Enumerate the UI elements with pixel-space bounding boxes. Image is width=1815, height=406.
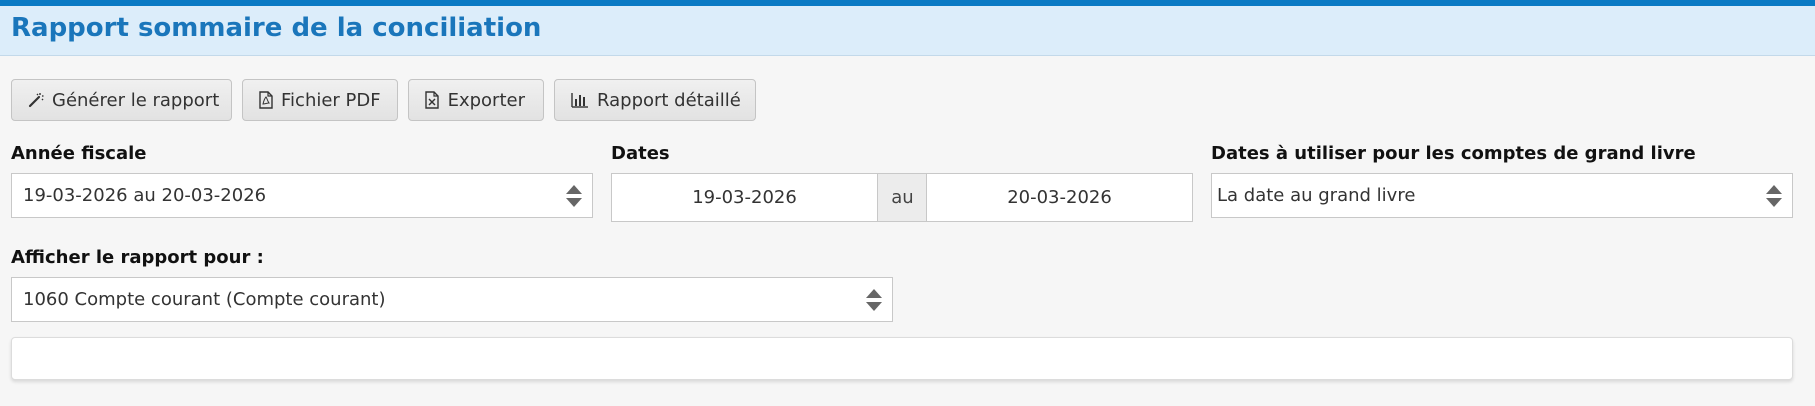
page-title: Rapport sommaire de la conciliation	[11, 13, 542, 43]
detailed-report-label: Rapport détaillé	[597, 89, 741, 111]
bar-chart-icon	[571, 90, 589, 110]
fiscal-year-value: 19-03-2026 au 20-03-2026	[23, 185, 267, 206]
date-to-input[interactable]: 20-03-2026	[926, 173, 1193, 222]
generate-report-label: Générer le rapport	[52, 89, 220, 111]
pdf-file-button[interactable]: Fichier PDF	[242, 79, 398, 121]
date-from-input[interactable]: 19-03-2026	[611, 173, 878, 222]
dates-label: Dates	[611, 143, 670, 164]
detailed-report-button[interactable]: Rapport détaillé	[554, 79, 756, 121]
page-header: Rapport sommaire de la conciliation	[0, 6, 1815, 56]
ledger-dates-label: Dates à utiliser pour les comptes de gra…	[1211, 143, 1696, 164]
magic-wand-icon	[28, 90, 44, 110]
date-range-separator-text: au	[891, 187, 914, 208]
report-for-label: Afficher le rapport pour :	[11, 247, 264, 268]
report-for-select[interactable]: 1060 Compte courant (Compte courant)	[11, 277, 893, 322]
select-arrows-icon	[1766, 184, 1782, 207]
excel-file-icon	[425, 90, 440, 110]
export-button[interactable]: Exporter	[408, 79, 544, 121]
generate-report-button[interactable]: Générer le rapport	[11, 79, 232, 121]
fiscal-year-label: Année fiscale	[11, 143, 147, 164]
ledger-dates-select[interactable]: La date au grand livre	[1211, 173, 1793, 218]
pdf-file-icon	[259, 90, 273, 110]
pdf-file-label: Fichier PDF	[281, 89, 381, 111]
select-arrows-icon	[866, 288, 882, 311]
select-arrows-icon	[566, 184, 582, 207]
report-for-value: 1060 Compte courant (Compte courant)	[23, 289, 386, 310]
date-from-value: 19-03-2026	[692, 187, 797, 208]
date-range-separator: au	[878, 173, 927, 222]
date-to-value: 20-03-2026	[1007, 187, 1112, 208]
ledger-dates-value: La date au grand livre	[1217, 185, 1416, 206]
export-label: Exporter	[447, 89, 525, 111]
report-results-panel	[11, 337, 1793, 380]
fiscal-year-select[interactable]: 19-03-2026 au 20-03-2026	[11, 173, 593, 218]
